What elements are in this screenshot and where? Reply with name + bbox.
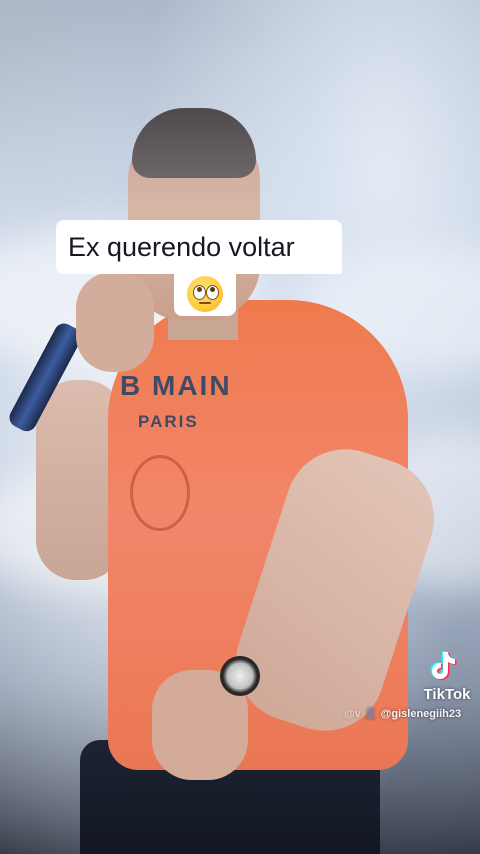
- singer-figure: B MAIN PARIS: [0, 0, 480, 854]
- shirt-print: B MAIN PARIS: [120, 370, 270, 432]
- video-frame: B MAIN PARIS Ex querendo voltar TikTok @…: [0, 0, 480, 854]
- shirt-emblem: [130, 455, 190, 531]
- tiktok-handle: @gislenegiih23: [380, 708, 462, 720]
- caption-text-box: Ex querendo voltar: [56, 220, 342, 274]
- tiktok-handle-row: @v 👤 @gislenegiih23: [344, 707, 478, 720]
- singer-left-hand: [76, 272, 154, 372]
- shirt-print-line2: PARIS: [138, 412, 199, 431]
- tiktok-note-icon: [430, 651, 457, 680]
- wristwatch: [220, 656, 260, 696]
- handle-prefix-icons: @v 👤: [344, 708, 378, 720]
- rolling-eyes-emoji-icon: [187, 276, 223, 312]
- caption-text: Ex querendo voltar: [68, 232, 295, 262]
- singer-hair: [132, 108, 256, 178]
- shirt-print-line1: B MAIN: [120, 370, 232, 401]
- tiktok-wordmark: TikTok: [423, 686, 471, 703]
- caption-emoji-box: [174, 272, 236, 316]
